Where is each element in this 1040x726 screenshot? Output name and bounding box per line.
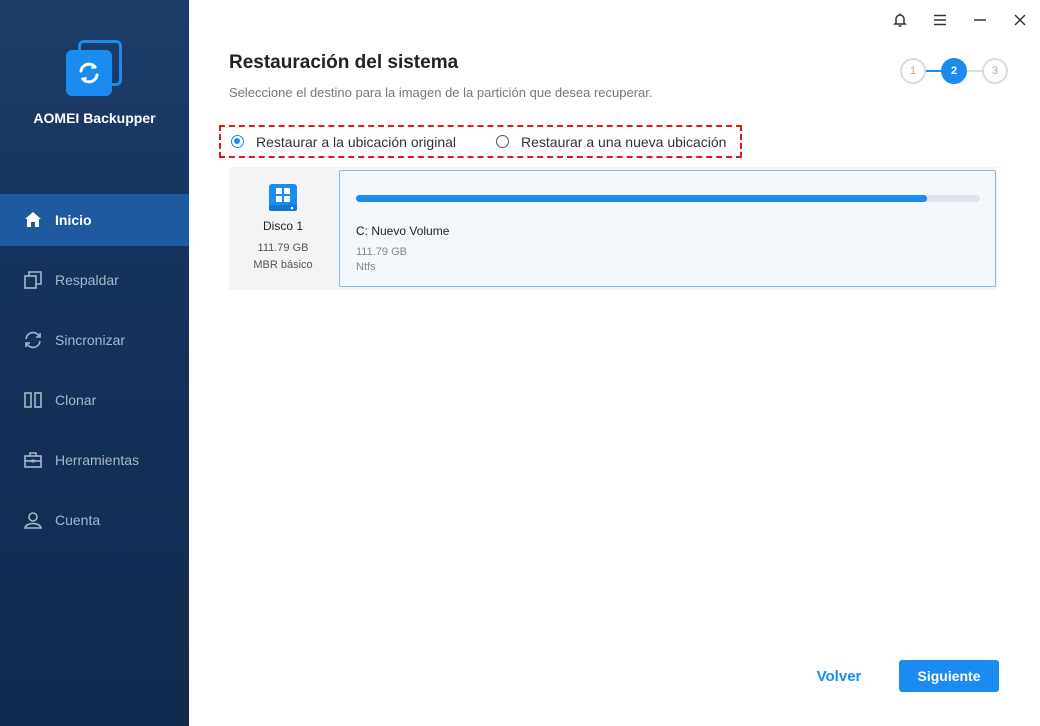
sidebar: AOMEI Backupper Inicio Respaldar Sincron… (0, 0, 189, 726)
clone-icon (23, 390, 43, 410)
restore-location-options: Restaurar a la ubicación original Restau… (219, 125, 742, 158)
sidebar-item-respaldar[interactable]: Respaldar (0, 254, 189, 306)
sidebar-item-sincronizar[interactable]: Sincronizar (0, 314, 189, 366)
close-icon[interactable] (1000, 0, 1040, 40)
sidebar-item-herramientas[interactable]: Herramientas (0, 434, 189, 486)
bell-icon[interactable] (880, 0, 920, 40)
partition-c[interactable]: C: Nuevo Volume 111.79 GB Ntfs (339, 170, 996, 287)
sidebar-item-label: Herramientas (55, 452, 140, 468)
sidebar-item-label: Respaldar (55, 272, 119, 288)
sidebar-item-inicio[interactable]: Inicio (0, 194, 189, 246)
backup-icon (23, 270, 43, 290)
step-2: 2 (941, 58, 967, 84)
windows-disk-icon (267, 183, 299, 213)
partition-size: 111.79 GB (356, 246, 407, 258)
disk-name: Disco 1 (262, 219, 303, 233)
page-title: Restauración del sistema (229, 52, 459, 73)
radio-new[interactable] (496, 135, 509, 148)
radio-original[interactable] (231, 135, 244, 148)
sidebar-nav: Inicio Respaldar Sincronizar Clonar Herr… (0, 194, 189, 554)
disk-size: 111.79 GB (257, 242, 309, 254)
restore-original-label: Restaurar a la ubicación original (256, 133, 456, 150)
restore-new-label: Restaurar a una nueva ubicación (521, 133, 727, 150)
sidebar-item-label: Cuenta (55, 512, 101, 528)
step-connector (926, 70, 941, 72)
next-button[interactable]: Siguiente (899, 660, 999, 692)
home-icon (23, 210, 43, 230)
restore-original-option[interactable]: Restaurar a la ubicación original (231, 134, 456, 150)
step-connector (967, 70, 982, 72)
partition-usage-fill (356, 195, 927, 202)
sync-icon (23, 330, 43, 350)
sidebar-item-clonar[interactable]: Clonar (0, 374, 189, 426)
disk-info: Disco 1 111.79 GB MBR básico (229, 167, 337, 290)
sidebar-item-label: Sincronizar (55, 332, 126, 348)
window-controls (880, 0, 1040, 40)
sidebar-item-label: Inicio (55, 212, 92, 228)
disk-type: MBR básico (253, 259, 313, 271)
partition-name: C: Nuevo Volume (356, 224, 450, 238)
partition-filesystem: Ntfs (356, 261, 376, 273)
back-button[interactable]: Volver (800, 660, 878, 692)
hamburger-icon[interactable] (920, 0, 960, 40)
app-logo-icon (64, 40, 124, 98)
minimize-icon[interactable] (960, 0, 1000, 40)
step-3: 3 (982, 58, 1008, 84)
sidebar-item-cuenta[interactable]: Cuenta (0, 494, 189, 546)
page-subtitle: Seleccione el destino para la imagen de … (229, 85, 653, 100)
step-1: 1 (900, 58, 926, 84)
toolbox-icon (23, 450, 43, 470)
step-indicator: 1 2 3 (900, 58, 1008, 84)
restore-new-option[interactable]: Restaurar a una nueva ubicación (496, 134, 726, 150)
user-icon (23, 510, 43, 530)
sidebar-item-label: Clonar (55, 392, 97, 408)
partition-usage-bar (356, 195, 980, 202)
app-name: AOMEI Backupper (33, 110, 156, 126)
